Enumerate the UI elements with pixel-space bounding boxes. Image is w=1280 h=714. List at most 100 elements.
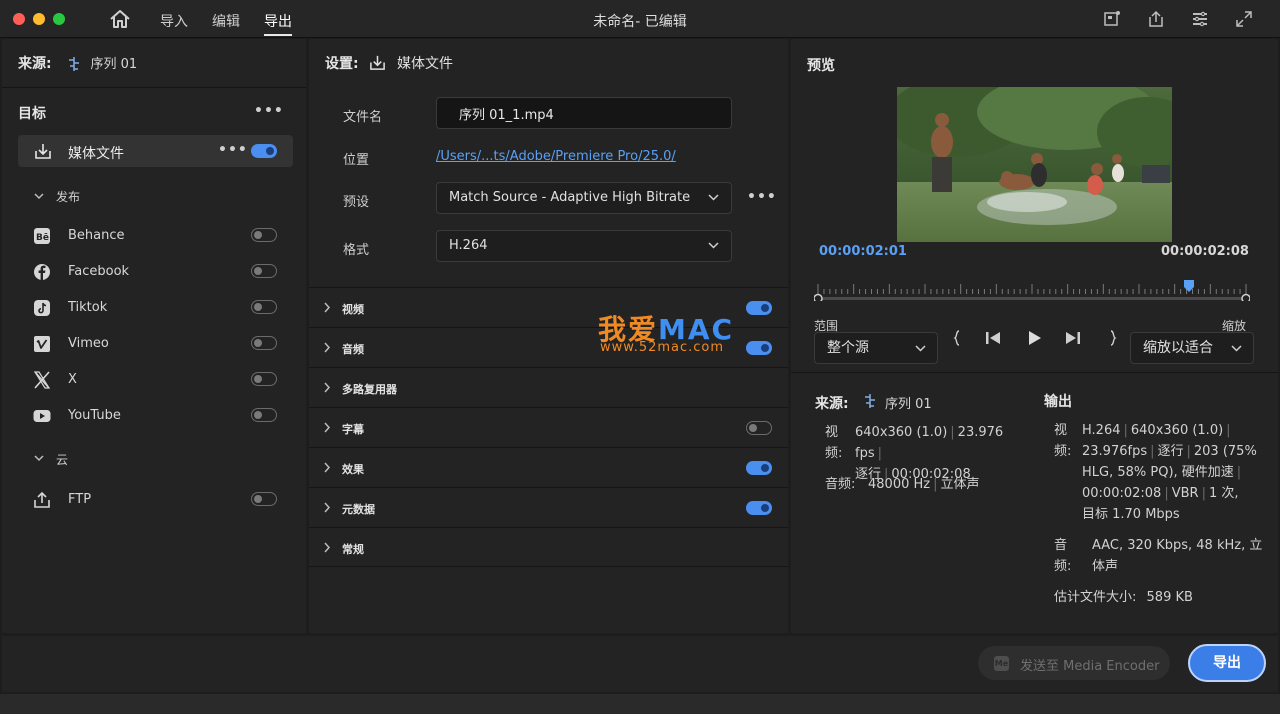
sequence-icon bbox=[865, 394, 875, 408]
timeline-scrubber[interactable] bbox=[814, 279, 1250, 301]
upload-icon bbox=[34, 491, 50, 508]
close-window-button[interactable] bbox=[13, 13, 25, 25]
chevron-right-icon bbox=[324, 302, 331, 313]
section-multiplexer[interactable]: 多路复用器 bbox=[309, 367, 788, 407]
video-toggle[interactable] bbox=[746, 301, 772, 315]
export-button[interactable]: 导出 bbox=[1188, 644, 1266, 682]
destination-label: Tiktok bbox=[68, 300, 108, 315]
set-out-point-icon[interactable] bbox=[1104, 329, 1122, 347]
media-encoder-icon: Me bbox=[994, 656, 1009, 671]
source-info-header: 来源: 序列 01 bbox=[815, 393, 932, 413]
estimated-file-size: 估计文件大小: 589 KB bbox=[1054, 590, 1193, 605]
nav-edit[interactable]: 编辑 bbox=[212, 11, 240, 31]
format-select[interactable]: H.264 bbox=[436, 230, 732, 262]
chevron-right-icon bbox=[324, 502, 331, 513]
set-in-point-icon[interactable] bbox=[948, 329, 966, 347]
chevron-right-icon bbox=[324, 422, 331, 433]
play-icon[interactable] bbox=[1025, 329, 1043, 347]
home-icon[interactable] bbox=[109, 9, 131, 29]
download-icon bbox=[35, 144, 51, 159]
timecode-out[interactable]: 00:00:02:08 bbox=[1161, 244, 1249, 259]
filename-label: 文件名 bbox=[343, 110, 383, 125]
location-link[interactable]: /Users/...ts/Adobe/Premiere Pro/25.0/ bbox=[436, 149, 676, 164]
title-bar: 导入 编辑 导出 未命名- 已编辑 bbox=[0, 0, 1280, 38]
preset-select[interactable]: Match Source - Adaptive High Bitrate bbox=[436, 182, 732, 214]
youtube-icon bbox=[33, 410, 51, 422]
section-general[interactable]: 常规 bbox=[309, 527, 788, 567]
chevron-down-icon bbox=[1231, 345, 1242, 352]
minimize-window-button[interactable] bbox=[33, 13, 45, 25]
range-select[interactable]: 整个源 bbox=[814, 332, 938, 364]
behance-toggle[interactable] bbox=[251, 228, 277, 242]
tiktok-toggle[interactable] bbox=[251, 300, 277, 314]
step-back-icon[interactable] bbox=[984, 329, 1002, 347]
step-forward-icon[interactable] bbox=[1064, 329, 1082, 347]
preset-more-icon[interactable]: ••• bbox=[747, 189, 777, 205]
media-file-more-icon[interactable]: ••• bbox=[218, 142, 248, 158]
chevron-down-icon[interactable] bbox=[34, 191, 44, 201]
vimeo-icon bbox=[34, 336, 50, 352]
format-label: 格式 bbox=[343, 243, 370, 258]
behance-icon: Bē bbox=[34, 228, 50, 244]
section-label: 多路复用器 bbox=[342, 383, 397, 396]
destination-label: Vimeo bbox=[68, 336, 109, 351]
share-icon[interactable] bbox=[1146, 9, 1166, 29]
section-label: 字幕 bbox=[342, 423, 364, 436]
ftp-toggle[interactable] bbox=[251, 492, 277, 506]
workspace-icon[interactable] bbox=[1190, 9, 1210, 29]
settings-header: 设置: 媒体文件 bbox=[325, 53, 453, 73]
metadata-toggle[interactable] bbox=[746, 501, 772, 515]
section-label: 音频 bbox=[342, 343, 364, 356]
section-label: 视频 bbox=[342, 303, 364, 316]
source-audio-info: 音频: 48000 Hz | 立体声 bbox=[825, 477, 980, 492]
x-icon bbox=[33, 371, 51, 389]
chevron-right-icon bbox=[324, 382, 331, 393]
captions-toggle[interactable] bbox=[746, 421, 772, 435]
download-icon bbox=[370, 55, 385, 70]
chevron-down-icon[interactable] bbox=[34, 453, 44, 463]
source-row: 来源: 序列 01 bbox=[18, 53, 137, 73]
send-to-media-encoder-button[interactable]: Me 发送至 Media Encoder bbox=[978, 646, 1170, 680]
filename-input[interactable] bbox=[436, 97, 732, 129]
cloud-group-label: 云 bbox=[56, 453, 69, 467]
settings-value: 媒体文件 bbox=[397, 56, 453, 72]
fullscreen-icon[interactable] bbox=[1234, 9, 1254, 29]
output-label: 输出 bbox=[1044, 394, 1072, 410]
media-file-toggle[interactable] bbox=[251, 144, 277, 158]
target-more-icon[interactable]: ••• bbox=[254, 103, 284, 119]
source-video-info: 视频: 640x360 (1.0) | 23.976 fps | 逐行 | 00:00:0… bbox=[825, 425, 1004, 482]
section-captions[interactable]: 字幕 bbox=[309, 407, 788, 447]
media-file-destination[interactable]: 媒体文件 ••• bbox=[18, 135, 293, 167]
facebook-toggle[interactable] bbox=[251, 264, 277, 278]
location-label: 位置 bbox=[343, 153, 370, 168]
chevron-right-icon bbox=[324, 342, 331, 353]
destination-label: Facebook bbox=[68, 264, 130, 279]
quick-export-icon[interactable] bbox=[1102, 9, 1122, 29]
publish-group-label: 发布 bbox=[56, 190, 81, 204]
nav-export[interactable]: 导出 bbox=[264, 11, 292, 36]
audio-toggle[interactable] bbox=[746, 341, 772, 355]
section-label: 元数据 bbox=[342, 503, 375, 516]
output-video-info: 视频: H.264 | 640x360 (1.0) | 23.976fps | 逐行 | 20… bbox=[1054, 423, 1257, 522]
section-label: 常规 bbox=[342, 543, 364, 556]
effects-toggle[interactable] bbox=[746, 461, 772, 475]
destination-label: Behance bbox=[68, 228, 125, 243]
destination-label: YouTube bbox=[68, 408, 121, 423]
zoom-window-button[interactable] bbox=[53, 13, 65, 25]
section-metadata[interactable]: 元数据 bbox=[309, 487, 788, 527]
window-title: 未命名- 已编辑 bbox=[593, 14, 687, 30]
settings-label: 设置: bbox=[325, 56, 359, 72]
section-label: 效果 bbox=[342, 463, 364, 476]
nav-import[interactable]: 导入 bbox=[160, 11, 188, 31]
preview-label: 预览 bbox=[807, 58, 835, 74]
chevron-down-icon bbox=[708, 194, 719, 201]
preset-label: 预设 bbox=[343, 195, 370, 210]
section-effects[interactable]: 效果 bbox=[309, 447, 788, 487]
zoom-select[interactable]: 缩放以适合 bbox=[1130, 332, 1254, 364]
youtube-toggle[interactable] bbox=[251, 408, 277, 422]
vimeo-toggle[interactable] bbox=[251, 336, 277, 350]
chevron-right-icon bbox=[324, 462, 331, 473]
x-toggle[interactable] bbox=[251, 372, 277, 386]
chevron-down-icon bbox=[708, 242, 719, 249]
timecode-in[interactable]: 00:00:02:01 bbox=[819, 244, 907, 259]
